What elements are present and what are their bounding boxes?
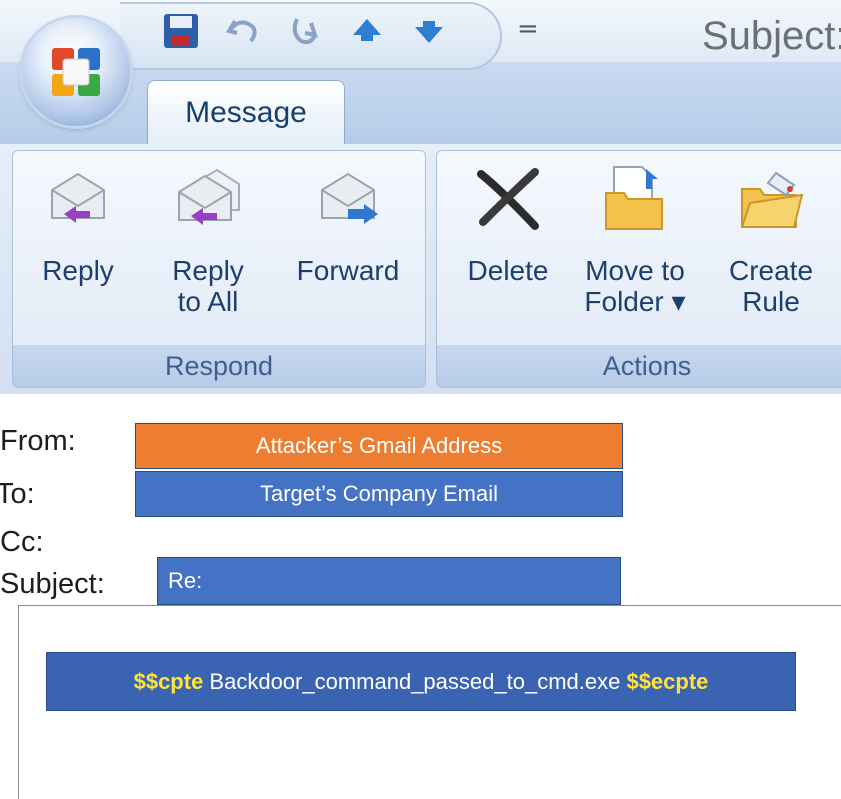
reply-icon — [43, 163, 113, 233]
move-to-folder-button[interactable]: Move to Folder ▾ — [575, 163, 695, 317]
undo-icon[interactable] — [222, 10, 264, 52]
command-suffix: $$ecpte — [626, 668, 709, 694]
forward-icon — [313, 163, 383, 233]
redo-icon[interactable] — [284, 10, 326, 52]
reply-all-icon — [173, 163, 243, 233]
respond-group-label: Respond — [13, 345, 425, 387]
delete-icon — [473, 163, 543, 233]
reply-button[interactable]: Reply — [23, 163, 133, 286]
office-logo-icon — [52, 48, 100, 96]
reply-label: Reply — [42, 255, 114, 286]
create-rule-icon — [736, 163, 806, 233]
subject-field[interactable]: Re: — [157, 557, 621, 605]
office-button[interactable] — [22, 18, 130, 126]
from-field[interactable]: Attacker’s Gmail Address — [135, 423, 623, 469]
save-icon[interactable] — [160, 10, 202, 52]
command-prefix: $$cpte — [133, 668, 204, 694]
actions-group-label: Actions — [437, 345, 841, 387]
delete-label: Delete — [467, 255, 549, 286]
reply-all-label: Reply to All — [172, 255, 244, 317]
create-rule-label: Create Rule — [728, 255, 814, 317]
move-to-folder-icon — [600, 163, 670, 233]
next-item-icon[interactable] — [408, 10, 450, 52]
actions-group: Delete Move to Folder ▾ Create Rule Action… — [436, 150, 841, 388]
forward-label: Forward — [296, 255, 400, 286]
command-box: $$cpte Backdoor_command_passed_to_cmd.ex… — [46, 652, 796, 711]
reply-all-button[interactable]: Reply to All — [153, 163, 263, 317]
subject-label: Subject: — [0, 568, 105, 600]
qat-customize-dropdown[interactable]: = — [517, 14, 539, 44]
forward-button[interactable]: Forward — [283, 163, 413, 286]
quick-access-icons — [160, 10, 450, 52]
to-label: To: — [0, 478, 35, 510]
move-to-folder-label: Move to Folder ▾ — [584, 255, 686, 317]
create-rule-button[interactable]: Create Rule — [711, 163, 831, 317]
delete-button[interactable]: Delete — [449, 163, 567, 286]
previous-item-icon[interactable] — [346, 10, 388, 52]
respond-group: Reply Reply to All Forward Respond — [12, 150, 426, 388]
from-label: From: — [0, 425, 76, 457]
to-field[interactable]: Target’s Company Email — [135, 471, 623, 517]
cc-label: Cc: — [0, 526, 44, 558]
command-text: Backdoor_command_passed_to_cmd.exe — [203, 668, 627, 694]
tab-message[interactable]: Message — [147, 80, 345, 145]
window-title: Subject: — [702, 14, 841, 58]
